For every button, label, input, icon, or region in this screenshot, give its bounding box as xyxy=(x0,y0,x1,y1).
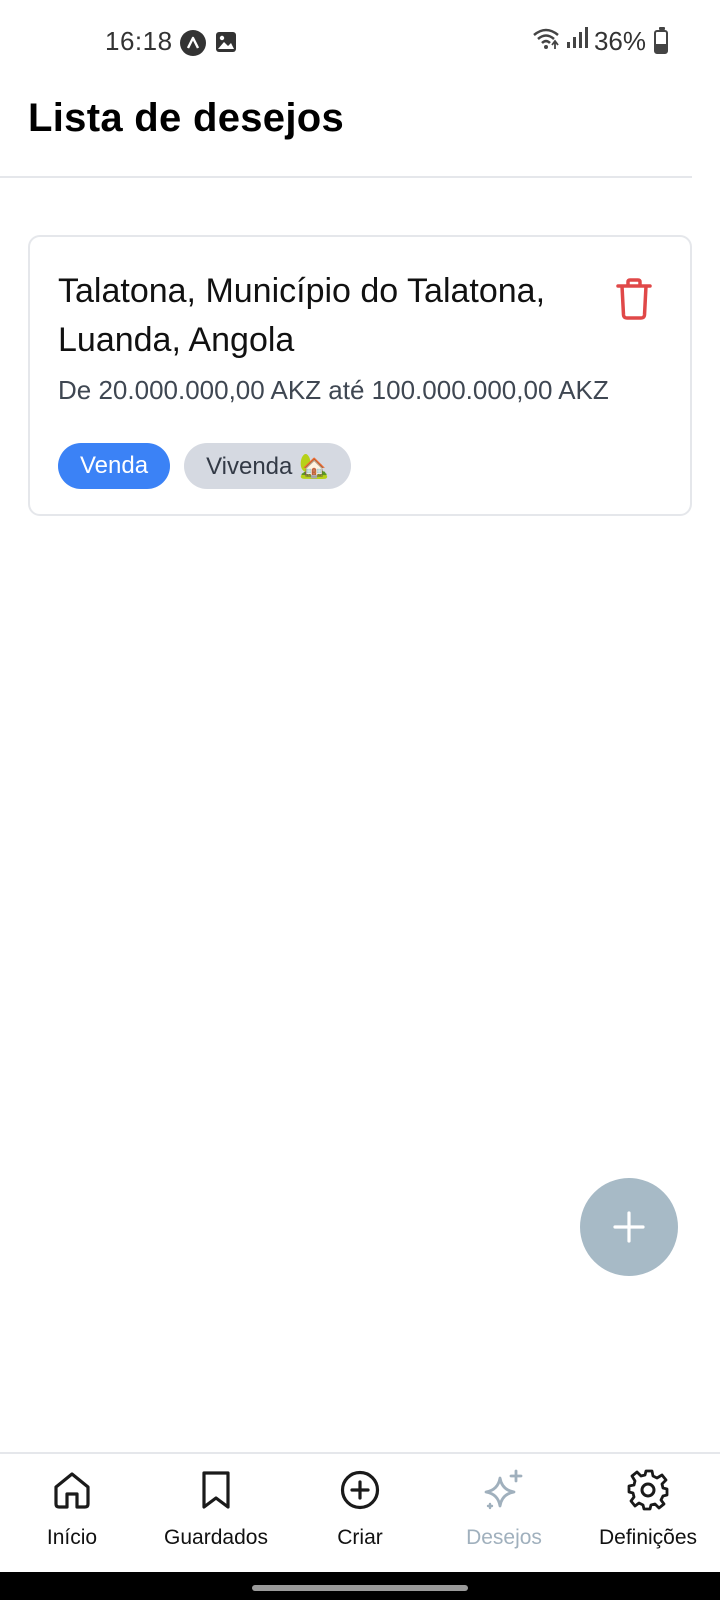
battery-text: 36% xyxy=(593,26,646,56)
gear-icon xyxy=(627,1469,669,1511)
status-bar: 16:18 36% xyxy=(0,0,720,88)
tag-sale: Venda xyxy=(58,443,171,489)
status-right-cluster: 36% xyxy=(532,26,668,57)
wishlist-card[interactable]: Talatona, Município do Talatona, Luanda,… xyxy=(28,235,692,516)
nav-label-inicio: Início xyxy=(46,1526,98,1549)
nav-item-inicio[interactable]: Início xyxy=(0,1464,144,1572)
bottom-nav: Início Guardados Criar Desejos Definiçõe… xyxy=(0,1452,720,1572)
trash-icon xyxy=(616,278,652,320)
wish-location: Talatona, Município do Talatona, Luanda,… xyxy=(58,272,546,359)
home-icon xyxy=(54,1472,90,1509)
plus-circle-icon xyxy=(340,1470,380,1510)
tag-property-type: Vivenda 🏡 xyxy=(184,443,351,489)
wifi-icon xyxy=(532,26,560,57)
signal-icon xyxy=(566,26,588,57)
wish-tags: Venda Vivenda 🏡 xyxy=(58,443,351,489)
nav-item-desejos[interactable]: Desejos xyxy=(432,1464,576,1572)
nav-item-criar[interactable]: Criar xyxy=(288,1464,432,1572)
home-gesture-handle[interactable] xyxy=(252,1585,468,1591)
header-divider xyxy=(0,176,692,178)
battery-level-fill xyxy=(656,44,666,52)
status-notification-icons xyxy=(180,30,238,56)
add-wish-button[interactable] xyxy=(580,1178,678,1276)
plus-icon xyxy=(613,1211,645,1243)
nav-label-definicoes: Definições xyxy=(598,1526,698,1549)
nav-label-guardados: Guardados xyxy=(164,1526,268,1549)
status-time: 16:18 xyxy=(105,26,173,56)
battery-icon xyxy=(654,26,668,54)
nav-label-desejos: Desejos xyxy=(466,1526,542,1549)
gallery-icon xyxy=(214,30,238,54)
delete-wish-button[interactable] xyxy=(614,277,654,321)
nav-item-definicoes[interactable]: Definições xyxy=(576,1464,720,1572)
nav-item-guardados[interactable]: Guardados xyxy=(144,1464,288,1572)
nav-label-criar: Criar xyxy=(337,1526,383,1549)
bookmark-icon xyxy=(202,1471,230,1509)
wish-price-range: De 20.000.000,00 AKZ até 100.000.000,00 … xyxy=(58,375,609,405)
page-title: Lista de desejos xyxy=(28,96,345,140)
sparkles-icon xyxy=(484,1469,523,1510)
notification-a-icon xyxy=(180,30,206,56)
